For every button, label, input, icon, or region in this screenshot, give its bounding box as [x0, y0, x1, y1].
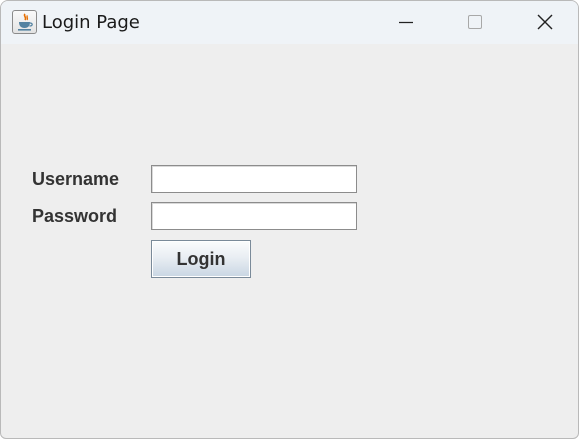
- title-bar[interactable]: Login Page: [1, 1, 578, 44]
- login-window: Login Page Username Password Login: [0, 0, 579, 439]
- password-input[interactable]: [151, 202, 357, 230]
- minimize-icon[interactable]: [372, 1, 441, 44]
- login-button[interactable]: Login: [151, 240, 251, 278]
- maximize-icon[interactable]: [441, 1, 510, 44]
- username-label: Username: [32, 169, 120, 189]
- username-input[interactable]: [151, 165, 357, 193]
- login-form: Username Password Login: [1, 44, 578, 438]
- window-title: Login Page: [42, 12, 140, 33]
- java-cup-icon[interactable]: [12, 10, 37, 34]
- password-label: Password: [32, 206, 118, 226]
- close-icon[interactable]: [510, 1, 578, 44]
